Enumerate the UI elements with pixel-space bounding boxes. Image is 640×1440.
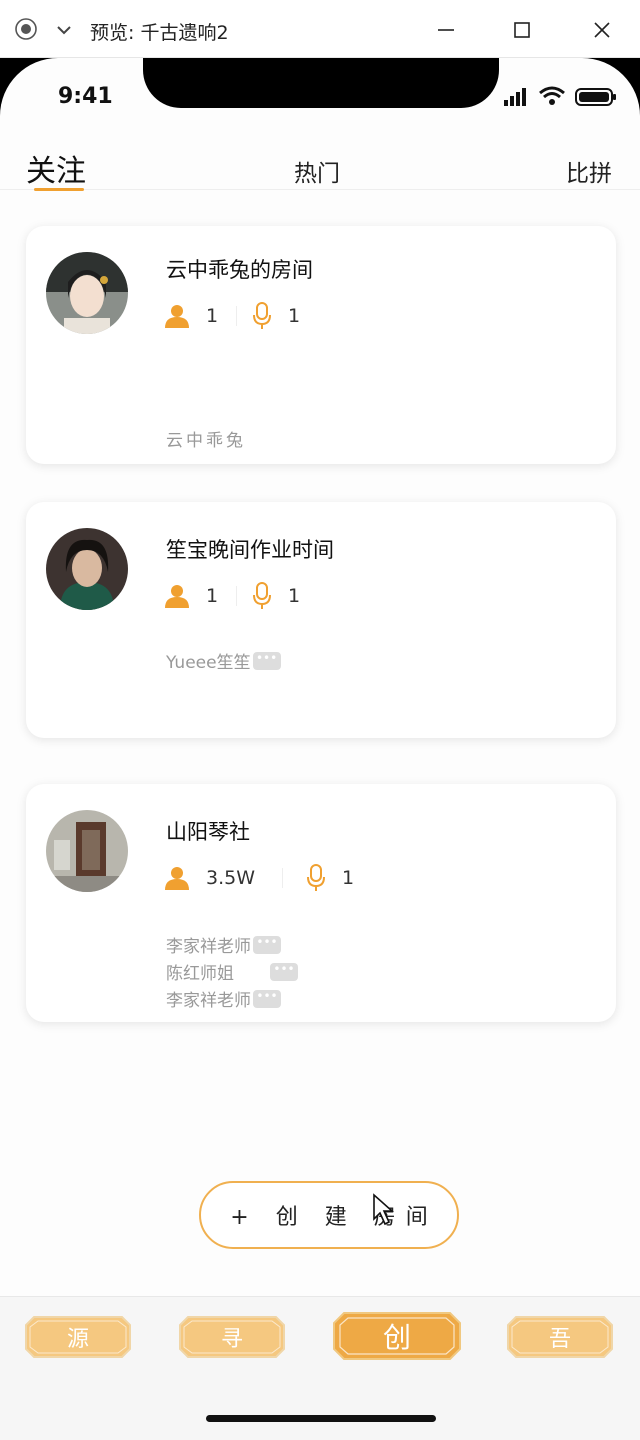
member-name: Yueee笙笙 ••• bbox=[166, 648, 281, 673]
microphone-icon bbox=[253, 302, 271, 329]
close-button[interactable] bbox=[582, 12, 622, 48]
person-icon bbox=[165, 867, 189, 890]
minimize-icon bbox=[438, 29, 454, 31]
battery-icon bbox=[575, 88, 616, 106]
maximize-icon bbox=[514, 22, 530, 38]
maximize-button[interactable] bbox=[502, 12, 542, 48]
avatar bbox=[46, 528, 128, 610]
member-name: 陈红师姐 ••• bbox=[166, 959, 298, 984]
nav-item-create[interactable]: 创 bbox=[332, 1311, 462, 1361]
stat-divider bbox=[282, 868, 283, 888]
phone-screen: 9:41 关注 热门 比拼 云中乖兔的房间 1 1 云中乖兔 笙宝晚间作业时间 … bbox=[0, 58, 640, 1440]
nav-item-source[interactable]: 源 bbox=[24, 1315, 132, 1359]
feed-tabs: 关注 热门 比拼 bbox=[0, 144, 640, 191]
window-titlebar: 预览: 千古遗响2 bbox=[0, 0, 640, 58]
listener-count: 1 bbox=[164, 584, 218, 608]
record-icon[interactable] bbox=[14, 17, 38, 41]
microphone-icon bbox=[307, 864, 325, 891]
person-icon bbox=[165, 305, 189, 328]
create-room-button[interactable]: + 创 建 房间 bbox=[199, 1181, 459, 1249]
status-time: 9:41 bbox=[58, 84, 113, 109]
speaker-count: 1 bbox=[306, 864, 354, 892]
room-title: 笙宝晚间作业时间 bbox=[166, 538, 334, 562]
avatar bbox=[46, 810, 128, 892]
room-title: 山阳琴社 bbox=[166, 820, 250, 844]
listener-count: 1 bbox=[164, 304, 218, 328]
home-indicator[interactable] bbox=[206, 1415, 436, 1422]
person-icon bbox=[165, 585, 189, 608]
avatar-image bbox=[46, 252, 128, 334]
stat-divider bbox=[236, 586, 237, 606]
speaker-count: 1 bbox=[252, 582, 300, 610]
tab-follow[interactable]: 关注 bbox=[26, 146, 86, 190]
minimize-button[interactable] bbox=[426, 12, 466, 48]
avatar bbox=[46, 252, 128, 334]
nav-item-search[interactable]: 寻 bbox=[178, 1315, 286, 1359]
room-title: 云中乖兔的房间 bbox=[166, 258, 313, 282]
room-card[interactable]: 笙宝晚间作业时间 1 1 Yueee笙笙 ••• bbox=[26, 502, 616, 738]
active-tab-indicator bbox=[34, 188, 84, 191]
tab-hot[interactable]: 热门 bbox=[294, 154, 340, 188]
window-title: 预览: 千古遗响2 bbox=[90, 22, 229, 44]
tab-compete[interactable]: 比拼 bbox=[566, 154, 612, 188]
wifi-icon bbox=[539, 86, 565, 105]
microphone-icon bbox=[253, 582, 271, 609]
more-icon[interactable]: ••• bbox=[252, 651, 281, 670]
member-name: 李家祥老师 ••• bbox=[166, 932, 281, 957]
notch bbox=[143, 58, 499, 108]
room-card[interactable]: 云中乖兔的房间 1 1 云中乖兔 bbox=[26, 226, 616, 464]
avatar-image bbox=[46, 528, 128, 610]
speaker-count: 1 bbox=[252, 302, 300, 330]
nav-item-me[interactable]: 吾 bbox=[506, 1315, 614, 1359]
status-icons bbox=[504, 86, 616, 106]
more-icon[interactable]: ••• bbox=[253, 935, 281, 954]
bottom-nav: 源 寻 创 吾 bbox=[0, 1296, 640, 1440]
more-icon[interactable]: ••• bbox=[253, 989, 281, 1008]
member-name: 云中乖兔 bbox=[166, 431, 246, 451]
listener-count: 3.5W bbox=[164, 866, 255, 890]
signal-icon bbox=[504, 88, 526, 106]
more-icon[interactable]: ••• bbox=[270, 962, 298, 981]
room-card[interactable]: 山阳琴社 3.5W 1 李家祥老师 ••• 陈红师姐 ••• 李家祥老师 ••• bbox=[26, 784, 616, 1022]
chevron-down-icon[interactable] bbox=[54, 20, 74, 40]
avatar-image bbox=[46, 810, 128, 892]
mouse-cursor-icon bbox=[373, 1193, 394, 1226]
member-name: 李家祥老师 ••• bbox=[166, 986, 281, 1011]
close-icon bbox=[594, 22, 610, 38]
stat-divider bbox=[236, 306, 237, 326]
